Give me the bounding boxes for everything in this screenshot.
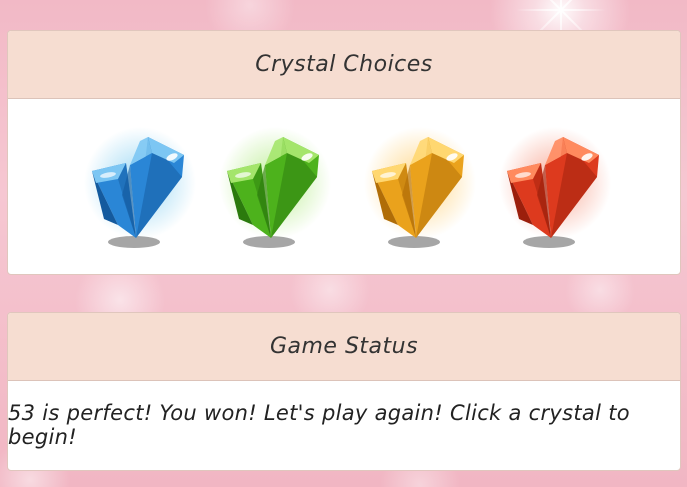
green-crystal-button[interactable] — [213, 125, 333, 250]
crystal-choices-heading: Crystal Choices — [8, 31, 680, 99]
game-status-panel: Game Status 53 is perfect! You won! Let'… — [7, 312, 681, 471]
yellow-crystal-icon — [364, 127, 476, 248]
blue-crystal-icon — [84, 127, 196, 248]
red-crystal-icon — [499, 127, 611, 248]
green-crystal-icon — [219, 127, 331, 248]
game-status-heading: Game Status — [8, 313, 680, 381]
status-message: 53 is perfect! You won! Let's play again… — [8, 401, 630, 449]
crystal-row — [8, 99, 680, 273]
blue-crystal-button[interactable] — [78, 125, 198, 250]
sparkle-ray — [516, 9, 606, 11]
crystal-choices-panel: Crystal Choices — [7, 30, 681, 275]
yellow-crystal-button[interactable] — [358, 125, 478, 250]
red-crystal-button[interactable] — [493, 125, 613, 250]
